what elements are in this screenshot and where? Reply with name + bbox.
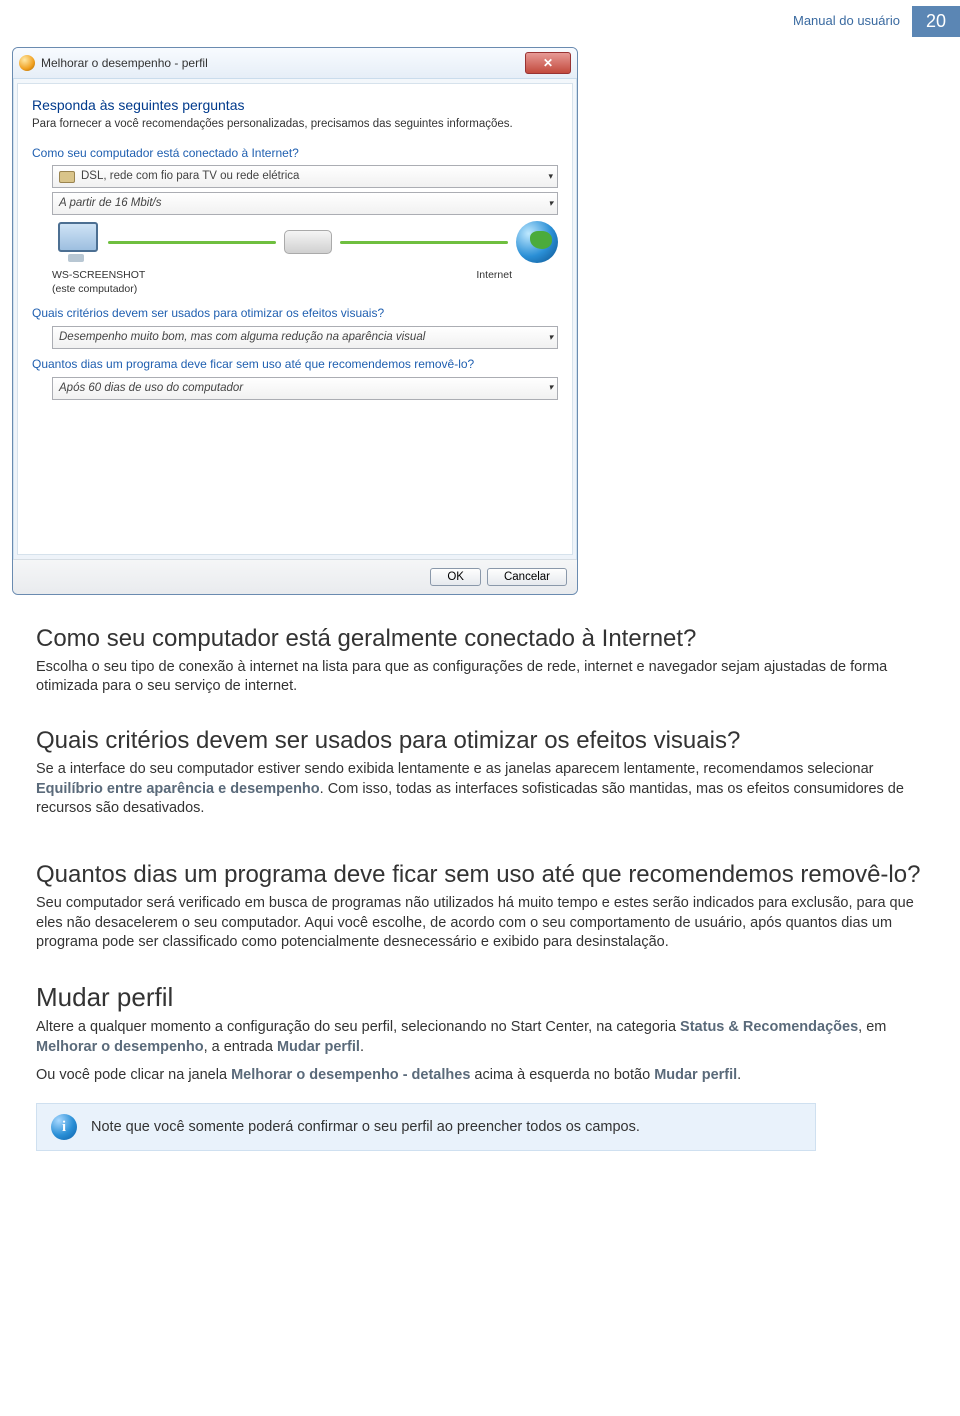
dialog-subtext: Para fornecer a você recomendações perso…: [32, 117, 558, 132]
page-header: Manual do usuário 20: [0, 0, 960, 47]
dialog-heading: Responda às seguintes perguntas: [32, 96, 558, 114]
q3-dropdown-value: Após 60 dias de uso do computador: [59, 381, 243, 396]
modem-icon: [284, 230, 332, 254]
header-label: Manual do usuário: [793, 13, 908, 30]
s4p2-end: .: [737, 1067, 741, 1083]
q2-dropdown[interactable]: Desempenho muito bom, mas com alguma red…: [52, 326, 558, 349]
app-icon: [19, 55, 35, 71]
dialog-title: Melhorar o desempenho - perfil: [41, 56, 208, 72]
s4p1-end: .: [360, 1039, 364, 1055]
note-box: i Note que você somente poderá confirmar…: [36, 1103, 816, 1151]
computer-sub-label: (este computador): [52, 283, 172, 297]
page-number: 20: [912, 6, 960, 37]
dialog-button-row: OK Cancelar: [13, 559, 577, 594]
s4p1-b1: Status & Recomendações: [680, 1019, 858, 1035]
s4p1-mid1: , em: [858, 1019, 886, 1035]
s4p2-mid: acima à esquerda no botão: [470, 1067, 654, 1083]
section2-paragraph: Se a interface do seu computador estiver…: [36, 760, 924, 819]
q3-label: Quantos dias um programa deve ficar sem …: [32, 357, 492, 373]
q2-dropdown-value: Desempenho muito bom, mas com alguma red…: [59, 330, 425, 345]
info-icon: i: [51, 1114, 77, 1140]
connection-link-2: [340, 241, 508, 244]
internet-label: Internet: [476, 269, 512, 296]
s4p2-pre: Ou você pode clicar na janela: [36, 1067, 231, 1083]
chevron-down-icon: ▾: [548, 382, 553, 394]
chevron-down-icon: ▾: [548, 198, 553, 210]
section1-heading: Como seu computador está geralmente cone…: [36, 623, 924, 654]
section2-text-pre: Se a interface do seu computador estiver…: [36, 761, 873, 777]
section3-paragraph: Seu computador será verificado em busca …: [36, 894, 924, 953]
note-text: Note que você somente poderá confirmar o…: [91, 1118, 640, 1137]
chevron-down-icon: ▾: [548, 171, 553, 183]
modem-small-icon: [59, 171, 75, 183]
document-body: Como seu computador está geralmente cone…: [0, 623, 960, 1212]
s4p2-b2: Mudar perfil: [654, 1067, 737, 1083]
s4p1-mid2: , a entrada: [204, 1039, 277, 1055]
q2-label: Quais critérios devem ser usados para ot…: [32, 306, 558, 322]
connection-link-1: [108, 241, 276, 244]
globe-icon: [516, 221, 558, 263]
s4p2-b1: Melhorar o desempenho - detalhes: [231, 1067, 470, 1083]
q1-dropdown-connection-type[interactable]: DSL, rede com fio para TV ou rede elétri…: [52, 165, 558, 188]
computer-icon: [52, 222, 100, 262]
network-diagram: [52, 221, 558, 263]
computer-name-label: WS-SCREENSHOT: [52, 269, 172, 283]
s4p1-b3: Mudar perfil: [277, 1039, 360, 1055]
q1-dropdown-speed[interactable]: A partir de 16 Mbit/s ▾: [52, 192, 558, 215]
q3-dropdown[interactable]: Após 60 dias de uso do computador ▾: [52, 377, 558, 400]
section4-paragraph1: Altere a qualquer momento a configuração…: [36, 1018, 924, 1057]
ok-button[interactable]: OK: [430, 568, 481, 586]
s4p1-b2: Melhorar o desempenho: [36, 1039, 204, 1055]
close-icon: ✕: [543, 56, 553, 72]
section1-paragraph: Escolha o seu tipo de conexão à internet…: [36, 658, 924, 697]
section2-heading: Quais critérios devem ser usados para ot…: [36, 725, 924, 756]
section3-heading: Quantos dias um programa deve ficar sem …: [36, 859, 924, 890]
cancel-button[interactable]: Cancelar: [487, 568, 567, 586]
q1-dropdown-2-value: A partir de 16 Mbit/s: [59, 196, 161, 211]
dialog-titlebar: Melhorar o desempenho - perfil ✕: [13, 48, 577, 79]
section4-paragraph2: Ou você pode clicar na janela Melhorar o…: [36, 1066, 924, 1086]
section4-heading: Mudar perfil: [36, 981, 924, 1015]
q1-label: Como seu computador está conectado à Int…: [32, 146, 558, 162]
close-button[interactable]: ✕: [525, 52, 571, 74]
dialog-window: Melhorar o desempenho - perfil ✕ Respond…: [12, 47, 578, 594]
chevron-down-icon: ▾: [548, 332, 553, 344]
q1-dropdown-1-value: DSL, rede com fio para TV ou rede elétri…: [81, 169, 299, 184]
section2-bold: Equilíbrio entre aparência e desempenho: [36, 781, 320, 797]
s4p1-pre: Altere a qualquer momento a configuração…: [36, 1019, 680, 1035]
